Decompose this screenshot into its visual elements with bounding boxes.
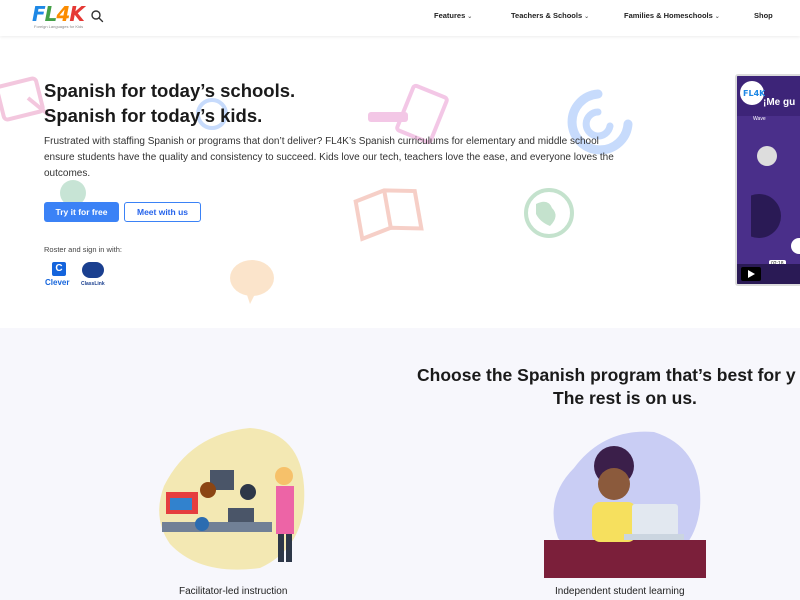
play-icon bbox=[748, 270, 755, 278]
chevron-down-icon: ⌄ bbox=[714, 14, 720, 20]
chevron-down-icon: ⌄ bbox=[584, 14, 590, 20]
classroom-illustration bbox=[159, 428, 305, 570]
site-header: FL4K Foreign Languages for Kids Features… bbox=[0, 0, 800, 36]
try-free-button[interactable]: Try it for free bbox=[44, 202, 119, 222]
speech-bubble-icon bbox=[230, 260, 274, 304]
hero-section: Spanish for today’s schools. Spanish for… bbox=[0, 36, 800, 328]
fl4k-logo[interactable]: FL4K Foreign Languages for Kids bbox=[28, 2, 85, 32]
program-label-facilitator: Facilitator-led instruction bbox=[179, 586, 288, 597]
svg-text:FL4K: FL4K bbox=[743, 89, 765, 98]
play-button[interactable] bbox=[741, 267, 761, 281]
nav-label: Families & Homeschools bbox=[624, 11, 713, 20]
classlink-icon bbox=[82, 262, 104, 278]
roster-label: Roster and sign in with: bbox=[44, 245, 122, 254]
planet-illustration-icon bbox=[751, 146, 800, 254]
logo-tagline: Foreign Languages for Kids bbox=[34, 24, 84, 29]
wave-label: Wave bbox=[753, 116, 766, 122]
globe-icon bbox=[524, 188, 574, 238]
classlink-label: ClassLink bbox=[81, 281, 105, 287]
hero-description: Frustrated with staffing Spanish or prog… bbox=[44, 136, 614, 179]
programs-title-line-2: The rest is on us. bbox=[553, 388, 697, 408]
clever-icon: C bbox=[52, 262, 66, 276]
clever-label: Clever bbox=[45, 278, 70, 287]
nav-shop[interactable]: Shop bbox=[754, 11, 773, 20]
classlink-login[interactable]: ClassLink bbox=[80, 262, 108, 290]
video-player[interactable]: FL4K ¡Me gu Wave 02:18 bbox=[735, 74, 800, 286]
nav-label: Teachers & Schools bbox=[511, 11, 583, 20]
chevron-down-icon: ⌄ bbox=[467, 14, 473, 20]
clever-login[interactable]: C Clever bbox=[44, 262, 74, 290]
video-title: ¡Me gu bbox=[763, 97, 796, 108]
nav-families-homeschools[interactable]: Families & Homeschools ⌄ bbox=[624, 11, 720, 20]
hero-title: Spanish for today’s schools. Spanish for… bbox=[44, 78, 295, 128]
book-icon bbox=[353, 188, 424, 242]
nav-teachers-schools[interactable]: Teachers & Schools ⌄ bbox=[511, 11, 589, 20]
program-label-independent: Independent student learning bbox=[555, 586, 685, 597]
fl4k-badge-icon: FL4K bbox=[740, 81, 765, 105]
hero-title-line-1: Spanish for today’s schools. bbox=[44, 80, 296, 101]
nav-label: Shop bbox=[754, 11, 773, 20]
programs-title: Choose the Spanish program that’s best f… bbox=[417, 364, 800, 410]
student-laptop-illustration bbox=[544, 431, 706, 578]
search-icon[interactable] bbox=[90, 9, 104, 23]
meet-with-us-button[interactable]: Meet with us bbox=[124, 202, 201, 222]
nav-label: Features bbox=[434, 11, 466, 20]
hero-title-line-2: Spanish for today’s kids. bbox=[44, 105, 263, 126]
programs-section: Choose the Spanish program that’s best f… bbox=[0, 328, 800, 600]
nav-features[interactable]: Features ⌄ bbox=[434, 11, 472, 20]
logo-wordmark: FL4K bbox=[32, 2, 85, 26]
programs-title-line-1: Choose the Spanish program that’s best f… bbox=[417, 365, 796, 385]
